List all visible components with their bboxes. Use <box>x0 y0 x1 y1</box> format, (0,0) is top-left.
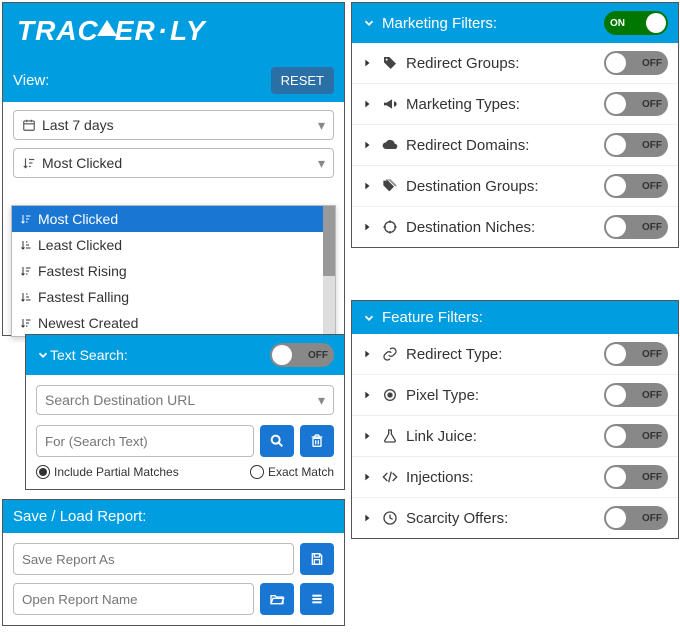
flask-icon <box>382 428 398 444</box>
chevron-right-icon <box>362 97 372 111</box>
filter-destination-groups[interactable]: Destination Groups: OFF <box>352 165 678 206</box>
date-range-select[interactable]: Last 7 days ▾ <box>13 110 334 140</box>
target-icon <box>382 387 398 403</box>
up-arrow-icon <box>97 20 117 36</box>
tags-icon <box>382 178 398 194</box>
partial-match-radio[interactable]: Include Partial Matches <box>36 465 179 479</box>
caret-down-icon: ▾ <box>318 155 325 172</box>
text-search-toggle[interactable]: OFF <box>270 343 334 367</box>
view-header: View: RESET <box>3 59 344 102</box>
chevron-right-icon <box>362 347 372 361</box>
filter-toggle[interactable]: OFF <box>604 506 668 530</box>
bullhorn-icon <box>382 96 398 112</box>
brand-logo: TRACER·LY <box>17 15 206 47</box>
sort-option[interactable]: Fastest Rising <box>12 258 335 284</box>
text-search-header: Text Search: OFF <box>26 335 344 375</box>
search-input[interactable] <box>36 425 254 457</box>
sidebar-panel: TRACER·LY View: RESET Last 7 days ▾ Most… <box>2 2 345 336</box>
date-range-value: Last 7 days <box>42 117 114 133</box>
save-report-button[interactable] <box>300 543 334 575</box>
save-load-panel: Save / Load Report: <box>2 499 345 626</box>
sort-dropdown: Most Clicked Least Clicked Fastest Risin… <box>11 205 336 337</box>
sort-option[interactable]: Least Clicked <box>12 232 335 258</box>
marketing-filters-header: Marketing Filters: ON <box>352 3 678 43</box>
filter-toggle[interactable]: OFF <box>604 215 668 239</box>
filter-redirect-type[interactable]: Redirect Type: OFF <box>352 334 678 374</box>
sort-option[interactable]: Fastest Falling <box>12 284 335 310</box>
sort-option[interactable]: Most Clicked <box>12 206 335 232</box>
chevron-right-icon <box>362 388 372 402</box>
chevron-right-icon <box>362 179 372 193</box>
filter-toggle[interactable]: OFF <box>604 424 668 448</box>
code-icon <box>382 469 398 485</box>
view-label: View: <box>13 72 49 89</box>
filter-toggle[interactable]: OFF <box>604 133 668 157</box>
brand-header: TRACER·LY <box>3 3 344 59</box>
link-icon <box>382 346 398 362</box>
search-button[interactable] <box>260 425 294 457</box>
chevron-down-icon <box>362 311 376 325</box>
filter-redirect-groups[interactable]: Redirect Groups: OFF <box>352 43 678 83</box>
chevron-down-icon <box>36 348 50 362</box>
exact-match-radio[interactable]: Exact Match <box>250 465 334 479</box>
sort-select[interactable]: Most Clicked ▾ <box>13 148 334 178</box>
search-url-select[interactable]: Search Destination URL ▾ <box>36 385 334 415</box>
cloud-icon <box>382 137 398 153</box>
filter-toggle[interactable]: OFF <box>604 51 668 75</box>
filter-toggle[interactable]: OFF <box>604 342 668 366</box>
filter-pixel-type[interactable]: Pixel Type: OFF <box>352 374 678 415</box>
filter-toggle[interactable]: OFF <box>604 383 668 407</box>
open-report-input[interactable] <box>13 583 254 615</box>
marketing-filters-panel: Marketing Filters: ON Redirect Groups: O… <box>351 2 679 248</box>
chevron-right-icon <box>362 470 372 484</box>
filter-link-juice[interactable]: Link Juice: OFF <box>352 415 678 456</box>
dropdown-scrollbar[interactable] <box>323 206 335 336</box>
filter-scarcity-offers[interactable]: Scarcity Offers: OFF <box>352 497 678 538</box>
reset-button[interactable]: RESET <box>271 67 334 94</box>
filter-marketing-types[interactable]: Marketing Types: OFF <box>352 83 678 124</box>
open-report-button[interactable] <box>260 583 294 615</box>
chevron-right-icon <box>362 138 372 152</box>
feature-filters-header: Feature Filters: <box>352 301 678 334</box>
filter-injections[interactable]: Injections: OFF <box>352 456 678 497</box>
report-list-button[interactable] <box>300 583 334 615</box>
chevron-right-icon <box>362 220 372 234</box>
chevron-right-icon <box>362 511 372 525</box>
feature-filters-panel: Feature Filters: Redirect Type: OFF Pixe… <box>351 300 679 539</box>
caret-down-icon: ▾ <box>318 117 325 134</box>
filter-toggle[interactable]: OFF <box>604 465 668 489</box>
marketing-master-toggle[interactable]: ON <box>604 11 668 35</box>
filter-redirect-domains[interactable]: Redirect Domains: OFF <box>352 124 678 165</box>
sort-option[interactable]: Newest Created <box>12 310 335 336</box>
save-load-header: Save / Load Report: <box>3 500 344 533</box>
tag-icon <box>382 55 398 71</box>
calendar-icon <box>22 118 36 132</box>
sort-icon <box>22 156 36 170</box>
crosshair-icon <box>382 219 398 235</box>
filter-destination-niches[interactable]: Destination Niches: OFF <box>352 206 678 247</box>
clock-icon <box>382 510 398 526</box>
caret-down-icon: ▾ <box>318 392 325 409</box>
chevron-down-icon <box>362 16 376 30</box>
view-body: Last 7 days ▾ Most Clicked ▾ <box>3 102 344 186</box>
sort-selected-value: Most Clicked <box>42 155 122 171</box>
delete-search-button[interactable] <box>300 425 334 457</box>
text-search-panel: Text Search: OFF Search Destination URL … <box>25 334 345 490</box>
save-report-input[interactable] <box>13 543 294 575</box>
chevron-right-icon <box>362 56 372 70</box>
filter-toggle[interactable]: OFF <box>604 174 668 198</box>
filter-toggle[interactable]: OFF <box>604 92 668 116</box>
chevron-right-icon <box>362 429 372 443</box>
